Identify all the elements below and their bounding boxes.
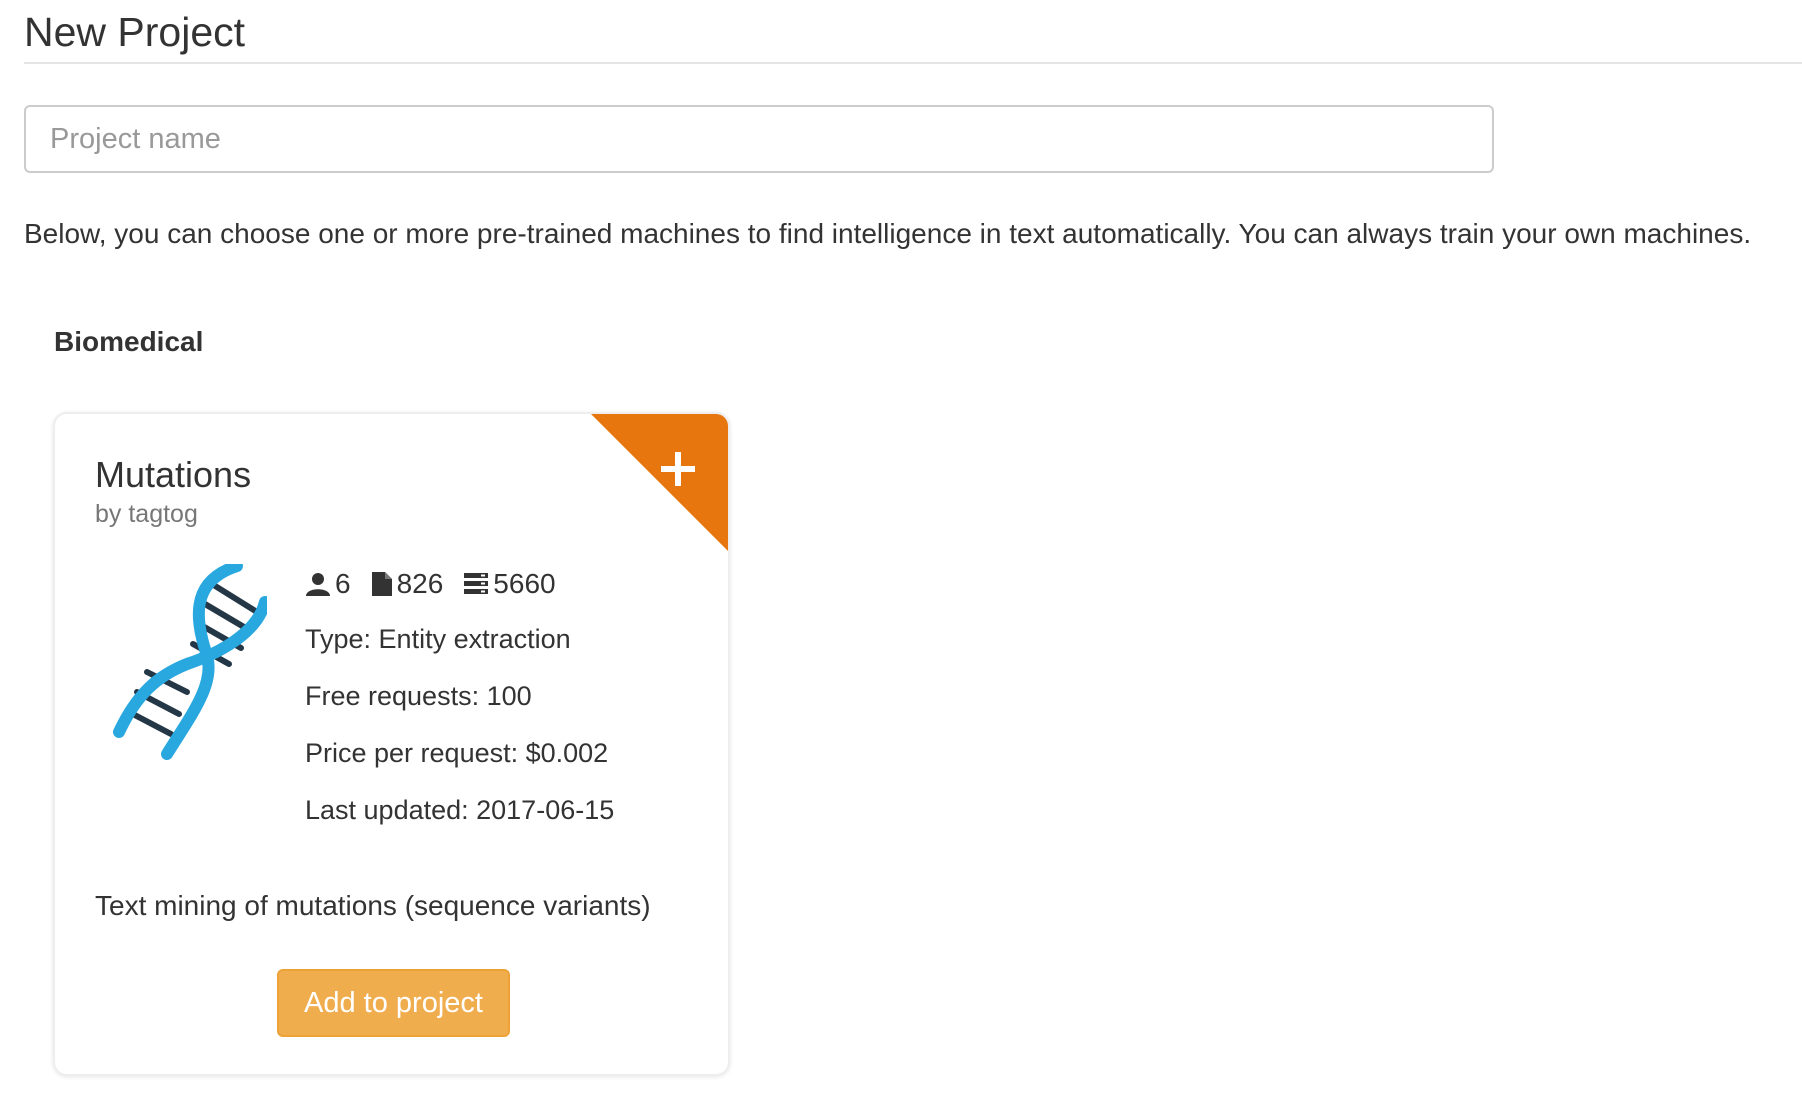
machine-title: Mutations — [95, 454, 252, 495]
members-count: 6 — [335, 568, 351, 599]
machine-type: Type: Entity extraction — [305, 624, 571, 654]
entities-count: 5660 — [493, 568, 556, 599]
machine-description: Text mining of mutations (sequence varia… — [95, 890, 651, 921]
machine-author: by tagtog — [95, 500, 198, 528]
machine-card-mutations: Mutations by tagtog 6 826 5660 Type: Ent… — [53, 412, 730, 1076]
database-icon — [464, 573, 489, 594]
category-heading-biomedical: Biomedical — [54, 326, 204, 357]
new-project-page: New Project Below, you can choose one or… — [0, 0, 1802, 1116]
machine-stats: 6 826 5660 — [305, 564, 556, 604]
entities-stat: 5660 — [463, 568, 556, 600]
dna-icon — [107, 560, 271, 764]
machine-last-updated: Last updated: 2017-06-15 — [305, 795, 615, 825]
add-corner-button[interactable] — [591, 414, 728, 551]
intro-text: Below, you can choose one or more pre-tr… — [24, 218, 1752, 249]
machine-price: Price per request: $0.002 — [305, 738, 609, 768]
documents-count: 826 — [396, 568, 444, 599]
title-divider — [24, 62, 1802, 64]
add-to-project-button[interactable]: Add to project — [277, 969, 510, 1037]
documents-stat: 826 — [371, 568, 444, 600]
members-stat: 6 — [305, 568, 351, 600]
machine-free-requests: Free requests: 100 — [305, 681, 532, 711]
page-title: New Project — [24, 9, 246, 55]
user-icon — [306, 573, 330, 596]
project-name-input[interactable] — [24, 105, 1494, 173]
document-icon — [371, 572, 392, 596]
